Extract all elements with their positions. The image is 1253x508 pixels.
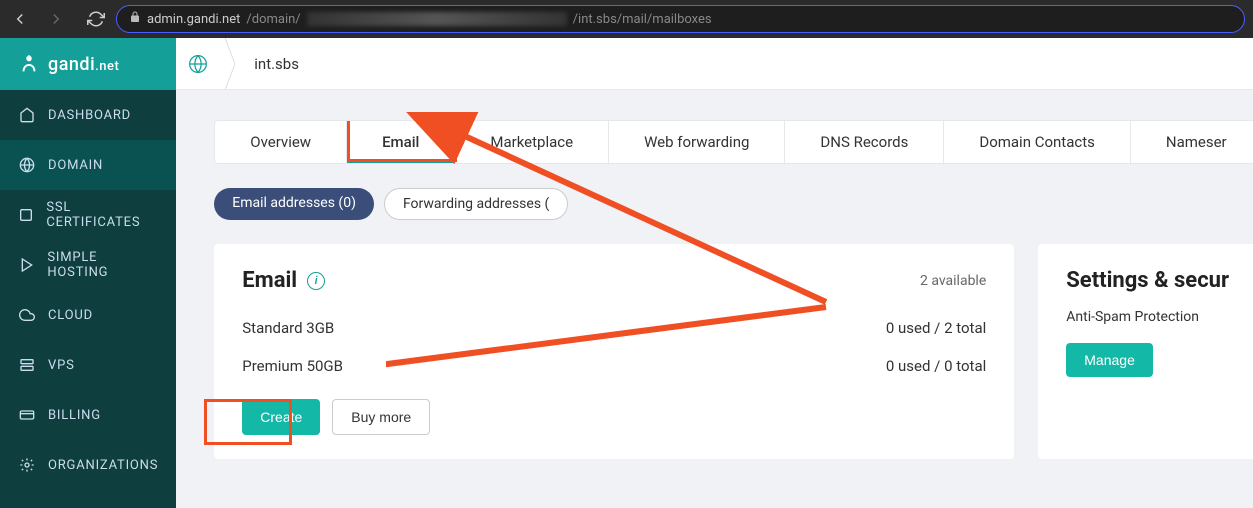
sidebar-item-label: DASHBOARD [48, 108, 131, 123]
email-row-premium: Premium 50GB 0 used / 0 total [242, 347, 986, 385]
cloud-icon [18, 306, 36, 324]
sidebar-item-label: VPS [48, 358, 75, 373]
tab-domaincontacts[interactable]: Domain Contacts [944, 121, 1131, 163]
sidebar-item-label: ORGANIZATIONS [48, 458, 158, 473]
url-bar[interactable]: admin.gandi.net/domain/ /int.sbs/mail/ma… [116, 5, 1245, 33]
sidebar-item-orgs[interactable]: ORGANIZATIONS [0, 440, 176, 490]
logo-text: gandi.net [48, 54, 119, 75]
tab-dnsrecords[interactable]: DNS Records [785, 121, 944, 163]
email-row-standard: Standard 3GB 0 used / 2 total [242, 309, 986, 347]
sidebar-item-label: CLOUD [48, 308, 93, 323]
buy-more-button[interactable]: Buy more [332, 399, 430, 435]
url-path: /domain/ [246, 12, 300, 27]
sidebar-item-billing[interactable]: BILLING [0, 390, 176, 440]
lock-icon [129, 11, 141, 27]
chevron-right-icon [220, 38, 240, 90]
play-icon [18, 256, 35, 274]
antispam-row: Anti-Spam Protection [1066, 309, 1235, 325]
pill-email-addresses[interactable]: Email addresses (0) [214, 188, 374, 220]
sidebar-item-ssl[interactable]: SSL CERTIFICATES [0, 190, 176, 240]
breadcrumb[interactable]: int.sbs [254, 55, 299, 73]
email-card-title: Email i [242, 268, 325, 293]
tab-email[interactable]: Email [347, 121, 455, 163]
domain-tabs: Overview Email Marketplace Web forwardin… [214, 120, 1253, 164]
card-icon [18, 406, 36, 424]
topbar: int.sbs [176, 38, 1253, 90]
url-path-tail: /int.sbs/mail/mailboxes [573, 12, 712, 27]
forward-button[interactable] [44, 7, 68, 31]
manage-button[interactable]: Manage [1066, 343, 1153, 377]
email-card: Email i 2 available Standard 3GB 0 used … [214, 244, 1014, 459]
tab-marketplace[interactable]: Marketplace [455, 121, 609, 163]
browser-toolbar: admin.gandi.net/domain/ /int.sbs/mail/ma… [0, 0, 1253, 38]
main-content: int.sbs Overview Email Marketplace Web f… [176, 38, 1253, 508]
available-count: 2 available [920, 273, 986, 289]
cert-icon [18, 206, 34, 224]
create-button[interactable]: Create [242, 399, 320, 435]
sidebar-item-domain[interactable]: DOMAIN [0, 140, 176, 190]
subtab-pills: Email addresses (0) Forwarding addresses… [214, 188, 1253, 220]
info-icon[interactable]: i [307, 272, 325, 290]
tab-nameservers[interactable]: Nameser [1131, 121, 1253, 163]
url-obscured [307, 12, 567, 26]
home-icon [18, 106, 36, 124]
stack-icon [18, 356, 36, 374]
sidebar-item-vps[interactable]: VPS [0, 340, 176, 390]
sidebar-item-label: BILLING [48, 408, 101, 423]
org-icon [18, 456, 36, 474]
sidebar-item-label: SSL CERTIFICATES [46, 200, 158, 230]
logo[interactable]: gandi.net [0, 38, 176, 90]
pill-forwarding-addresses[interactable]: Forwarding addresses ( [384, 188, 568, 220]
breadcrumb-globe-icon[interactable] [176, 38, 220, 90]
back-button[interactable] [8, 7, 32, 31]
nav-arrows [8, 7, 108, 31]
tab-webforwarding[interactable]: Web forwarding [609, 121, 785, 163]
sidebar-item-hosting[interactable]: SIMPLE HOSTING [0, 240, 176, 290]
globe-icon [18, 156, 36, 174]
gandi-logo-icon [18, 53, 40, 75]
tab-overview[interactable]: Overview [215, 121, 347, 163]
sidebar-item-dashboard[interactable]: DASHBOARD [0, 90, 176, 140]
sidebar: gandi.net DASHBOARD DOMAIN SSL CERTIFICA… [0, 38, 176, 508]
sidebar-item-cloud[interactable]: CLOUD [0, 290, 176, 340]
sidebar-item-label: DOMAIN [48, 158, 103, 173]
settings-card: Settings & secur Anti-Spam Protection Ma… [1038, 244, 1253, 459]
reload-button[interactable] [84, 7, 108, 31]
settings-card-title: Settings & secur [1066, 268, 1235, 293]
sidebar-item-label: SIMPLE HOSTING [47, 250, 158, 280]
url-host: admin.gandi.net [147, 12, 240, 27]
